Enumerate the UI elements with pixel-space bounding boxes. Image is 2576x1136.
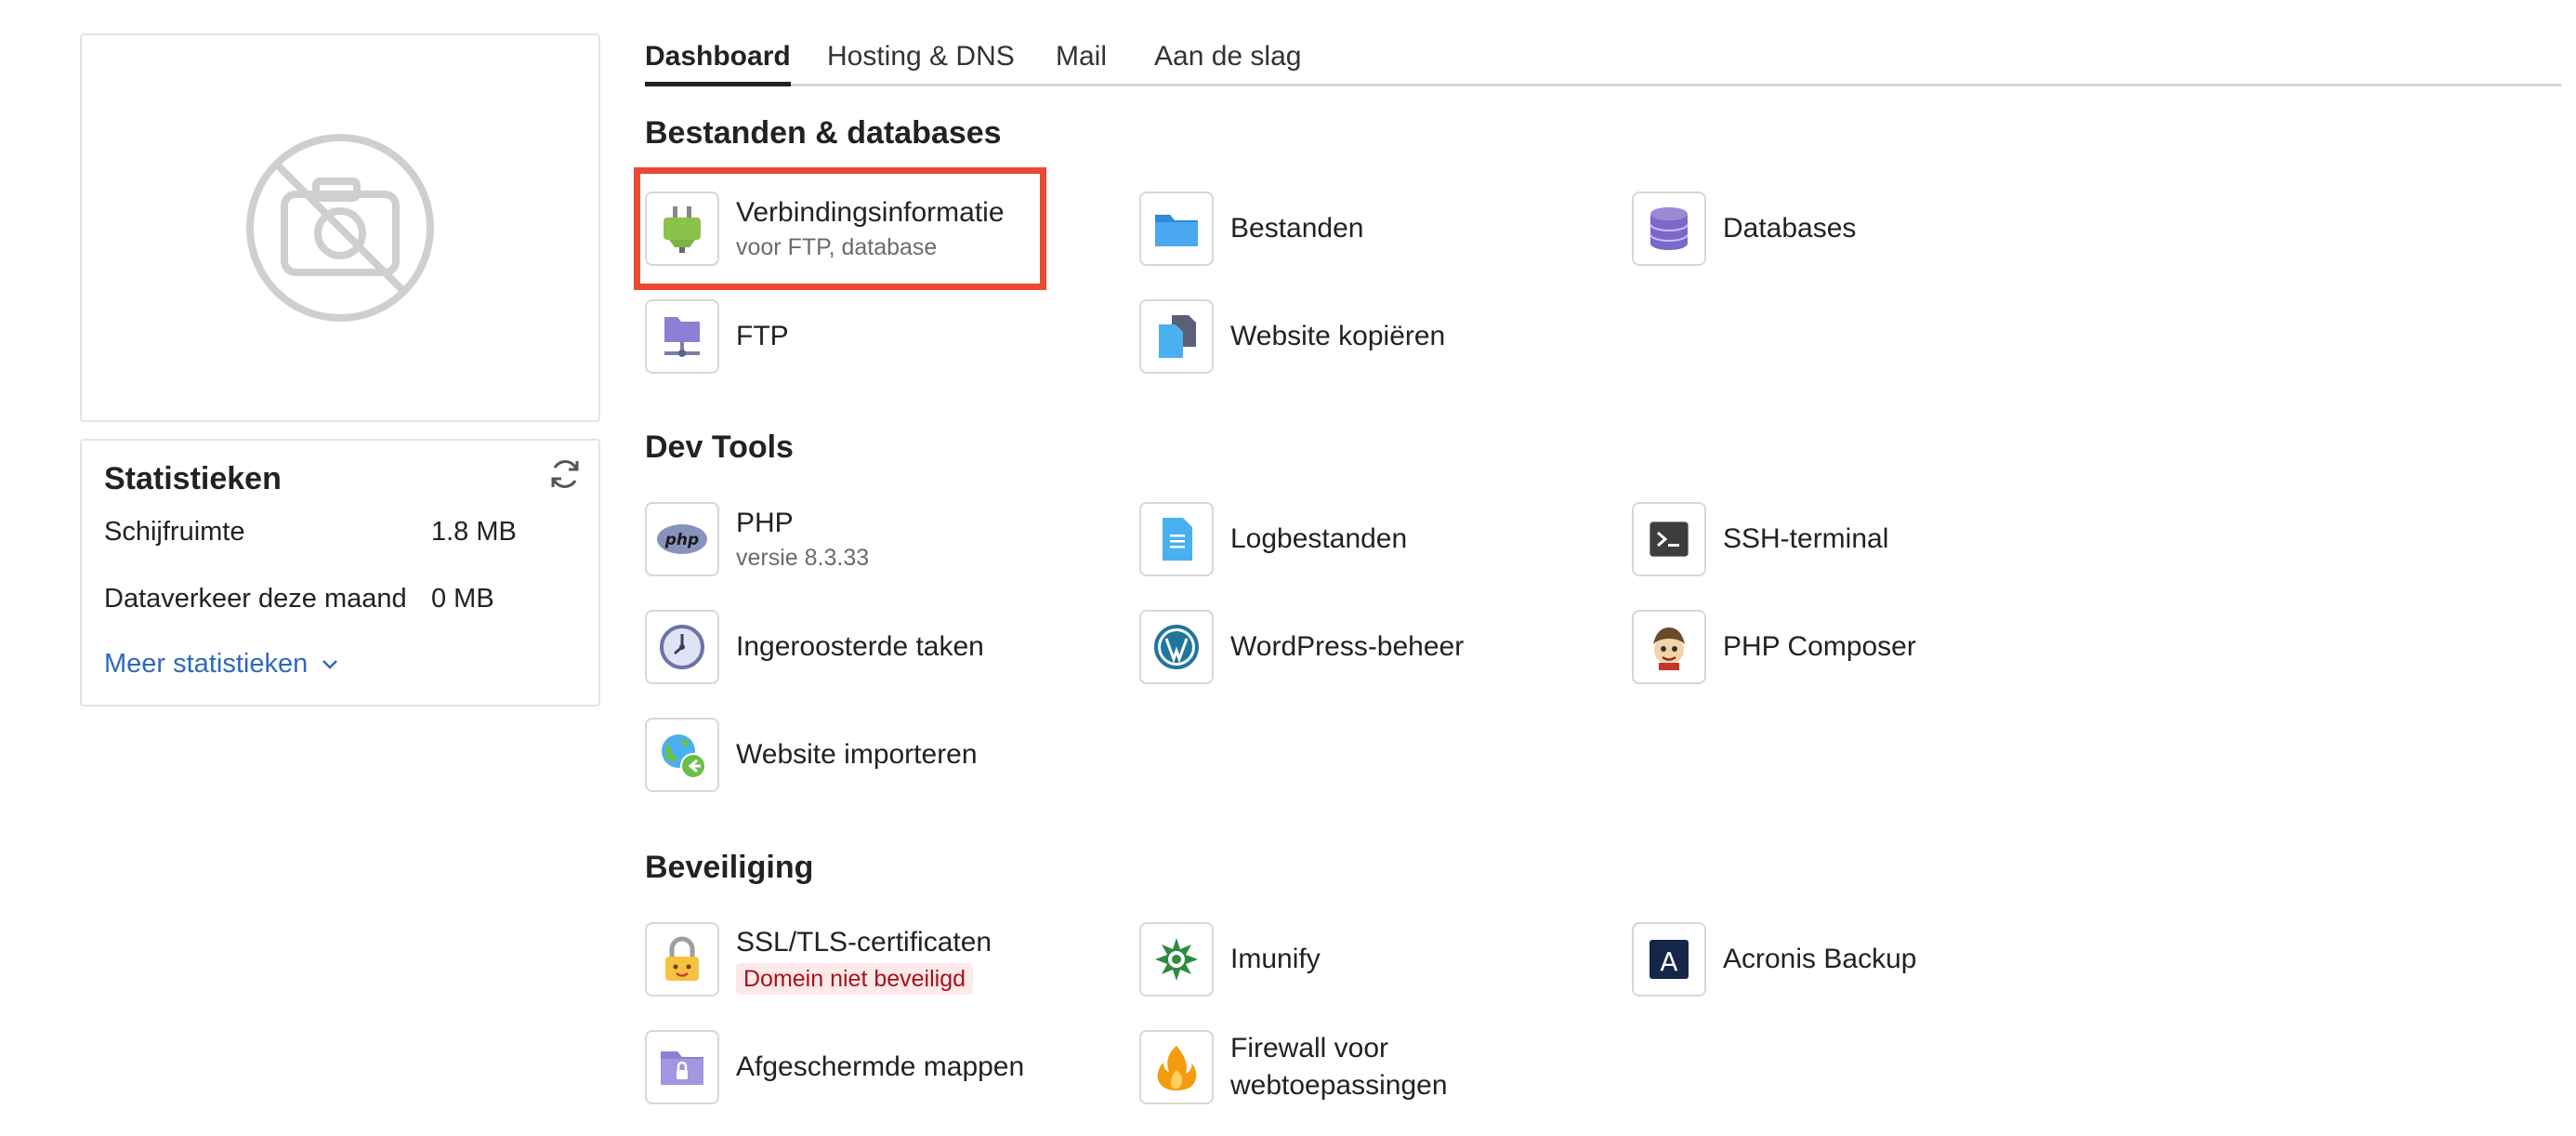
statistics-card: Statistieken Schijfruimte 1.8 MB Dataver… <box>80 439 600 707</box>
tool-label: Logbestanden <box>1230 523 1408 554</box>
stat-label-traffic: Dataverkeer deze maand <box>104 584 407 614</box>
tool-php[interactable]: php PHP versie 8.3.33 <box>645 502 869 576</box>
composer-icon <box>1653 627 1685 670</box>
tool-label: Imunify <box>1230 944 1321 974</box>
section-title-security: Beveiliging <box>645 850 814 885</box>
tool-ssl-certificates[interactable]: SSL/TLS-certificaten Domein niet beveili… <box>645 922 992 997</box>
chevron-down-icon <box>322 659 338 669</box>
firewall-icon <box>1157 1046 1197 1090</box>
more-statistics-link[interactable]: Meer statistieken <box>104 649 339 680</box>
tool-protected-folders[interactable]: Afgeschermde mappen <box>645 1030 1024 1104</box>
database-icon <box>1649 207 1689 250</box>
log-file-icon <box>1163 518 1192 561</box>
tool-label: PHP <box>736 508 794 538</box>
tool-label: PHP Composer <box>1723 631 1916 662</box>
tool-scheduled-tasks[interactable]: Ingeroosterde taken <box>645 610 984 684</box>
status-badge: Domein niet beveiligd <box>736 963 974 995</box>
site-preview-placeholder <box>80 33 600 422</box>
section-title-files: Bestanden & databases <box>645 115 1002 151</box>
tool-web-app-firewall[interactable]: Firewall voor webtoepassingen <box>1139 1030 1509 1104</box>
tool-label: WordPress-beheer <box>1230 631 1465 662</box>
tool-website-copy[interactable]: Website kopiëren <box>1139 299 1445 374</box>
imunify-icon <box>1155 938 1198 981</box>
tab-getting-started[interactable]: Aan de slag <box>1154 41 1301 82</box>
tool-label: SSH-terminal <box>1723 523 1889 554</box>
tool-ftp[interactable]: FTP <box>645 299 789 374</box>
tool-label: FTP <box>736 321 789 351</box>
tool-wordpress[interactable]: WordPress-beheer <box>1139 610 1464 684</box>
ftp-icon <box>664 317 700 357</box>
main-tabs: Dashboard Hosting & DNS Mail Aan de slag <box>645 35 2561 86</box>
php-icon: php <box>657 524 707 554</box>
import-globe-icon <box>662 734 706 779</box>
tool-label: Acronis Backup <box>1723 944 1917 974</box>
tool-label: Ingeroosterde taken <box>736 631 984 662</box>
svg-text:A: A <box>1660 946 1677 977</box>
protected-folder-icon <box>661 1051 703 1085</box>
folder-icon <box>1155 215 1198 246</box>
tool-label: Website importeren <box>736 739 978 770</box>
tool-label: Website kopiëren <box>1230 321 1446 351</box>
tool-label: Firewall voor webtoepassingen <box>1230 1033 1448 1101</box>
tool-sub: versie 8.3.33 <box>736 545 870 571</box>
stat-value-disk: 1.8 MB <box>431 517 517 547</box>
statistics-title: Statistieken <box>104 461 282 496</box>
tool-label: SSL/TLS-certificaten <box>736 927 992 958</box>
svg-text:php: php <box>664 531 699 549</box>
no-image-icon <box>246 134 434 322</box>
padlock-icon <box>665 936 699 981</box>
tool-acronis-backup[interactable]: A Acronis Backup <box>1632 922 1916 997</box>
stat-value-traffic: 0 MB <box>431 584 494 614</box>
tool-imunify[interactable]: Imunify <box>1139 922 1321 997</box>
tool-log-files[interactable]: Logbestanden <box>1139 502 1407 576</box>
tool-label: Bestanden <box>1230 213 1364 244</box>
tab-hosting-dns[interactable]: Hosting & DNS <box>827 41 1015 82</box>
clock-icon <box>660 625 704 669</box>
tab-mail[interactable]: Mail <box>1056 41 1107 82</box>
highlight-box <box>634 167 1046 290</box>
tool-ssh-terminal[interactable]: SSH-terminal <box>1632 502 1888 576</box>
wordpress-icon <box>1154 625 1199 669</box>
tool-website-import[interactable]: Website importeren <box>645 718 978 792</box>
terminal-icon <box>1649 521 1689 558</box>
tab-dashboard[interactable]: Dashboard <box>645 41 791 86</box>
refresh-icon[interactable] <box>546 456 584 493</box>
stat-label-disk: Schijfruimte <box>104 517 245 547</box>
tool-files[interactable]: Bestanden <box>1139 192 1363 266</box>
copy-files-icon <box>1159 315 1196 358</box>
acronis-icon: A <box>1649 940 1689 979</box>
section-title-dev-tools: Dev Tools <box>645 429 794 465</box>
more-statistics-label: Meer statistieken <box>104 649 309 679</box>
tool-php-composer[interactable]: PHP Composer <box>1632 610 1916 684</box>
tool-label: Afgeschermde mappen <box>736 1051 1025 1082</box>
tool-label: Databases <box>1723 213 1857 244</box>
tool-databases[interactable]: Databases <box>1632 192 1856 266</box>
